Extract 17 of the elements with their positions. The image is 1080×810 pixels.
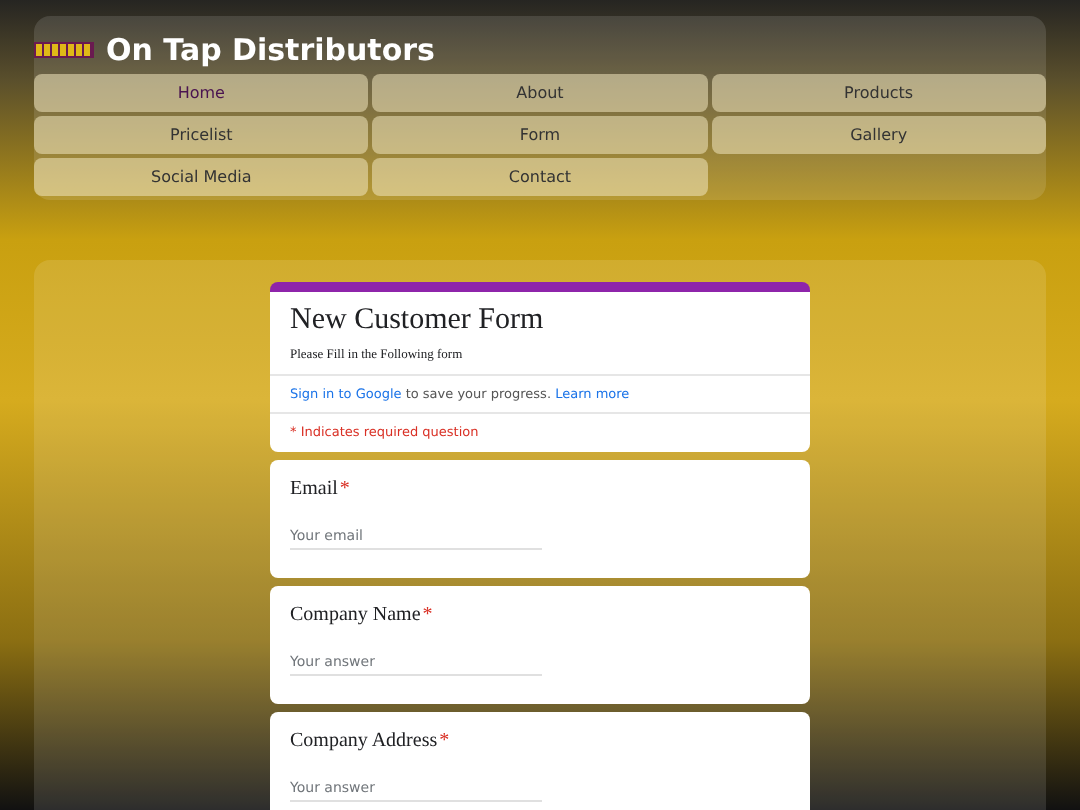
nav-button[interactable]: Home: [34, 74, 369, 112]
nav-button[interactable]: Social Media: [34, 158, 369, 196]
question-label: Company Address: [290, 730, 438, 752]
nav-button[interactable]: Form: [372, 116, 708, 154]
nav-button[interactable]: Gallery: [711, 116, 1046, 154]
site-title: On Tap Distributors: [106, 31, 435, 67]
required-mark: *: [439, 730, 450, 752]
nav-button[interactable]: Products: [711, 74, 1046, 112]
question-label: Company Name: [290, 604, 421, 626]
nav-button[interactable]: Pricelist: [34, 116, 369, 154]
form-title: New Customer Form: [288, 302, 546, 340]
nav-button[interactable]: About: [372, 74, 708, 112]
logo-icon: [34, 41, 94, 57]
question-label: Email: [290, 478, 338, 500]
nav-button[interactable]: Contact: [372, 158, 708, 196]
required-mark: *: [422, 604, 433, 626]
required-mark: *: [339, 478, 350, 500]
